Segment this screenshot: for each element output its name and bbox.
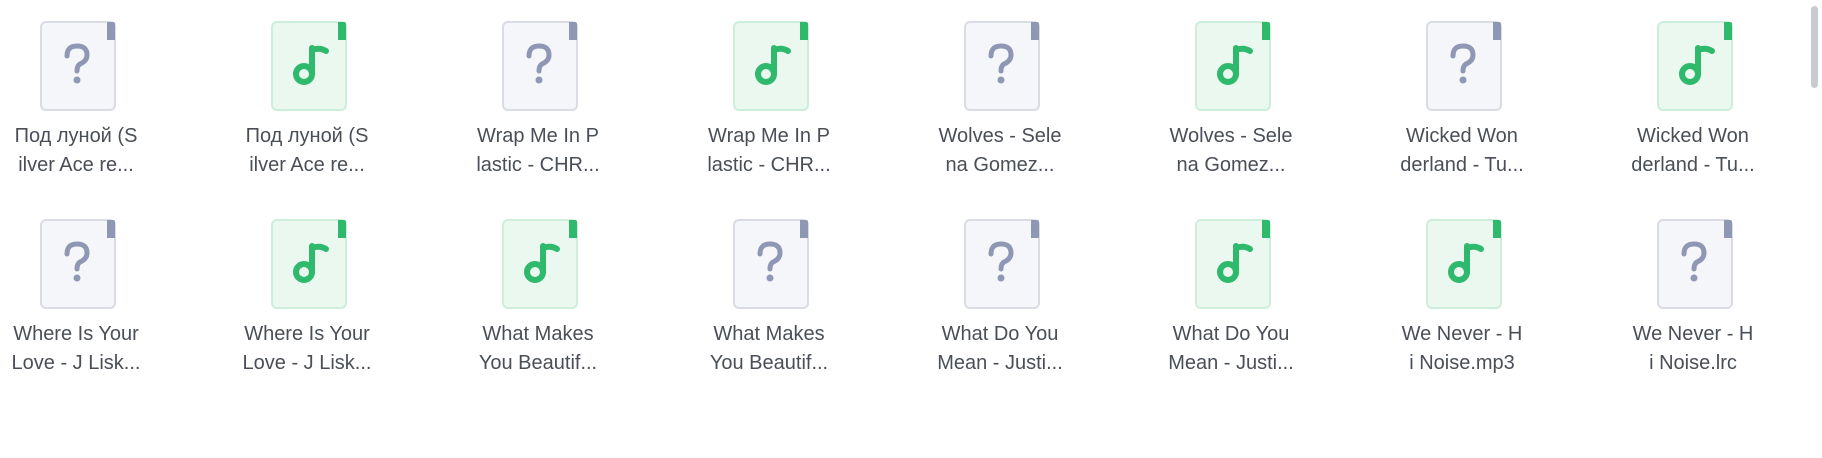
file-name: Wicked Won derland - Tu... [1400, 125, 1524, 176]
music-file-icon [669, 0, 869, 111]
file-name: We Never - H i Noise.mp3 [1401, 323, 1523, 374]
file-item[interactable]: We Never - H i Noise.lrc [1593, 198, 1793, 398]
unknown-file-icon [900, 198, 1100, 309]
file-item[interactable]: Wrap Me In P lastic - CHR... [669, 0, 869, 200]
scrollbar[interactable] [1808, 0, 1822, 458]
file-name: What Makes You Beautif... [709, 323, 829, 374]
file-name: Wolves - Sele na Gomez... [938, 125, 1062, 176]
file-item[interactable]: Wolves - Sele na Gomez... [900, 0, 1100, 200]
music-file-icon [1131, 0, 1331, 111]
file-item[interactable]: Wrap Me In P lastic - CHR... [438, 0, 638, 200]
file-item[interactable]: What Makes You Beautif... [669, 198, 869, 398]
file-name: Wrap Me In P lastic - CHR... [707, 125, 831, 176]
file-grid: Под луной (S ilver Ace re... Под луной (S… [0, 0, 1822, 458]
file-item[interactable]: What Do You Mean - Justi... [900, 198, 1100, 398]
unknown-file-icon [900, 0, 1100, 111]
unknown-file-icon [438, 0, 638, 111]
music-file-icon [207, 198, 407, 309]
file-item[interactable]: We Never - H i Noise.mp3 [1362, 198, 1562, 398]
file-name: Wrap Me In P lastic - CHR... [476, 125, 600, 176]
music-file-icon [438, 198, 638, 309]
file-name: Where Is Your Love - J Lisk... [11, 323, 141, 374]
file-name: Под луной (S ilver Ace re... [245, 125, 369, 176]
unknown-file-icon [1593, 198, 1793, 309]
unknown-file-icon [669, 198, 869, 309]
file-item[interactable]: Where Is Your Love - J Lisk... [207, 198, 407, 398]
unknown-file-icon [0, 0, 176, 111]
file-item[interactable]: Wicked Won derland - Tu... [1593, 0, 1793, 200]
music-file-icon [1593, 0, 1793, 111]
music-file-icon [1131, 198, 1331, 309]
file-name: Where Is Your Love - J Lisk... [242, 323, 372, 374]
file-item[interactable]: What Do You Mean - Justi... [1131, 198, 1331, 398]
file-item[interactable]: Wolves - Sele na Gomez... [1131, 0, 1331, 200]
unknown-file-icon [1362, 0, 1562, 111]
file-name: What Do You Mean - Justi... [1168, 323, 1294, 374]
music-file-icon [207, 0, 407, 111]
file-name: Под луной (S ilver Ace re... [14, 125, 138, 176]
scrollbar-thumb[interactable] [1811, 6, 1818, 88]
file-name: We Never - H i Noise.lrc [1632, 323, 1754, 374]
file-item[interactable]: Wicked Won derland - Tu... [1362, 0, 1562, 200]
file-name: What Makes You Beautif... [478, 323, 598, 374]
music-file-icon [1362, 198, 1562, 309]
file-name: Wolves - Sele na Gomez... [1169, 125, 1293, 176]
file-name: Wicked Won derland - Tu... [1631, 125, 1755, 176]
file-item[interactable]: Под луной (S ilver Ace re... [0, 0, 176, 200]
file-item[interactable]: What Makes You Beautif... [438, 198, 638, 398]
file-name: What Do You Mean - Justi... [937, 323, 1063, 374]
file-item[interactable]: Where Is Your Love - J Lisk... [0, 198, 176, 398]
unknown-file-icon [0, 198, 176, 309]
file-item[interactable]: Под луной (S ilver Ace re... [207, 0, 407, 200]
